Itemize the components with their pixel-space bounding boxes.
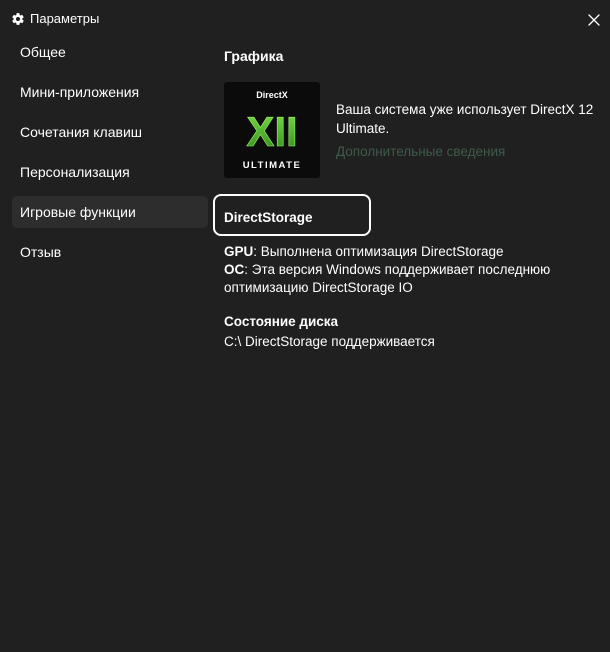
sidebar-item-general[interactable]: Общее [12,36,208,68]
sidebar-item-label: Игровые функции [20,204,136,220]
directx-logo: DirectX XII ULTIMATE [224,82,320,178]
gpu-label: GPU [224,244,254,259]
sidebar-item-personalization[interactable]: Персонализация [12,156,208,188]
gpu-status: GPU: Выполнена оптимизация DirectStorage [224,243,503,261]
directx-logo-art: DirectX XII ULTIMATE [243,90,302,171]
sidebar-item-label: Отзыв [20,244,62,260]
close-icon[interactable] [584,10,604,30]
sidebar-item-label: Сочетания клавиш [20,124,142,140]
os-label: ОС [224,262,245,277]
gear-icon [12,13,24,25]
sidebar-item-label: Персонализация [20,164,130,180]
sidebar-item-shortcuts[interactable]: Сочетания клавиш [12,116,208,148]
title-bar: Параметры [0,0,610,38]
sidebar-item-gaming[interactable]: Игровые функции [12,196,208,228]
sidebar-item-label: Общее [20,44,66,60]
os-status: ОС: Эта версия Windows поддерживает посл… [224,261,550,279]
disk-status-text: C:\ DirectStorage поддерживается [224,334,435,349]
sidebar-item-feedback[interactable]: Отзыв [12,236,208,268]
os-text: : Эта версия Windows поддерживает послед… [244,262,551,277]
sidebar: Общее Мини-приложения Сочетания клавиш П… [12,36,208,276]
more-info-link[interactable]: Дополнительные сведения [336,144,505,159]
disk-status-title: Состояние диска [224,314,339,329]
sidebar-item-widgets[interactable]: Мини-приложения [12,76,208,108]
os-status-continued: оптимизацию DirectStorage IO [224,280,413,295]
section-title-graphics: Графика [224,48,284,64]
directx-logo-numeral: XII [246,108,297,155]
gpu-text: : Выполнена оптимизация DirectStorage [253,244,504,259]
directx-description: Ваша система уже использует DirectX 12 U… [336,102,594,136]
directx-logo-top: DirectX [256,90,288,100]
window-title: Параметры [30,11,100,26]
directstorage-title: DirectStorage [224,210,313,225]
directx-logo-bottom: ULTIMATE [243,160,302,171]
sidebar-item-label: Мини-приложения [20,84,140,100]
